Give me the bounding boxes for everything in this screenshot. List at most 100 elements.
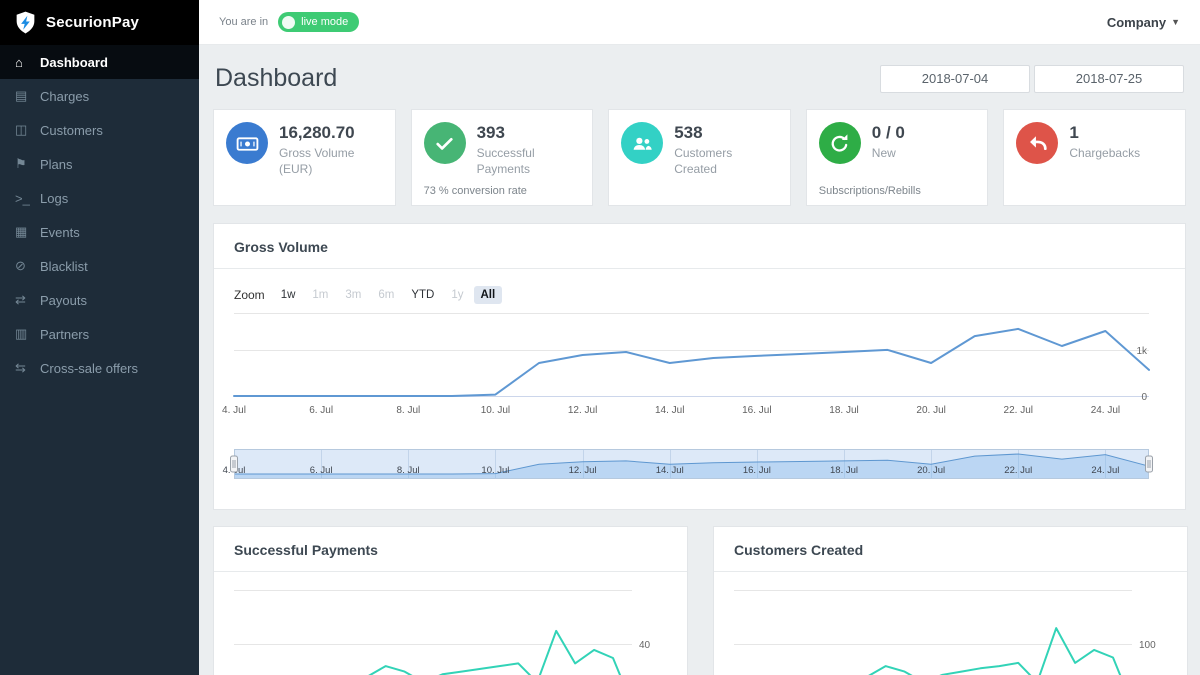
svg-text:20. Jul: 20. Jul — [917, 465, 945, 476]
customers-created-card-title: Customers Created — [734, 542, 1167, 558]
sidebar-item-label: Partners — [40, 327, 89, 342]
sidebar-item-payouts[interactable]: ⇄Payouts — [0, 283, 199, 317]
bottom-charts-row: Successful Payments 40 Customers Created… — [213, 526, 1186, 675]
banknote-icon — [226, 122, 268, 164]
sidebar-item-label: Payouts — [40, 293, 87, 308]
live-mode-toggle-dot — [282, 16, 295, 29]
stat-subtext: 73 % conversion rate — [424, 185, 581, 197]
svg-text:16. Jul: 16. Jul — [742, 405, 771, 416]
refresh-icon — [819, 122, 861, 164]
sidebar-item-charges[interactable]: ▤Charges — [0, 79, 199, 113]
stat-label: Chargebacks — [1069, 146, 1140, 162]
gross-volume-chart: 1k04. Jul6. Jul8. Jul10. Jul12. Jul14. J… — [234, 313, 1169, 425]
svg-text:16. Jul: 16. Jul — [743, 465, 771, 476]
customers-created-chart: 100 — [734, 582, 1167, 675]
sidebar-item-dashboard[interactable]: ⌂Dashboard — [0, 45, 199, 79]
svg-text:6. Jul: 6. Jul — [310, 465, 333, 476]
company-menu-label: Company — [1107, 15, 1166, 30]
sidebar-item-label: Customers — [40, 123, 103, 138]
stat-card-chargebacks: 1 Chargebacks — [1003, 109, 1186, 206]
bookmark-icon: ⚑ — [15, 156, 40, 172]
svg-text:24. Jul: 24. Jul — [1091, 405, 1120, 416]
zoom-button-1w[interactable]: 1w — [274, 286, 303, 304]
zoom-button-ytd[interactable]: YTD — [404, 286, 441, 304]
sidebar-item-label: Cross-sale offers — [40, 361, 138, 376]
stat-subtext: Subscriptions/Rebills — [819, 185, 976, 197]
stat-label: Customers Created — [674, 146, 778, 177]
partners-icon: ▥ — [15, 326, 40, 342]
sidebar-item-label: Blacklist — [40, 259, 88, 274]
svg-text:18. Jul: 18. Jul — [829, 405, 858, 416]
sidebar-item-plans[interactable]: ⚑Plans — [0, 147, 199, 181]
svg-text:8. Jul: 8. Jul — [396, 405, 420, 416]
page-title: Dashboard — [215, 64, 337, 93]
company-menu[interactable]: Company ▼ — [1107, 15, 1180, 30]
zoom-button-6m: 6m — [371, 286, 401, 304]
sidebar-item-partners[interactable]: ▥Partners — [0, 317, 199, 351]
sidebar-item-blacklist[interactable]: ⊘Blacklist — [0, 249, 199, 283]
you-are-in-label: You are in — [219, 16, 268, 28]
securionpay-dashboard-app: SecurionPay ⌂Dashboard▤Charges◫Customers… — [0, 0, 1200, 675]
brand-name: SecurionPay — [46, 14, 139, 31]
svg-text:10. Jul: 10. Jul — [481, 405, 510, 416]
calendar-icon: ▦ — [15, 224, 40, 240]
undo-icon — [1016, 122, 1058, 164]
svg-text:100: 100 — [1139, 640, 1156, 651]
sidebar-item-customers[interactable]: ◫Customers — [0, 113, 199, 147]
live-mode-badge[interactable]: live mode — [278, 12, 359, 32]
sidebar-menu: ⌂Dashboard▤Charges◫Customers⚑Plans>_Logs… — [0, 45, 199, 385]
zoom-button-3m: 3m — [338, 286, 368, 304]
sidebar-item-cross-sale-offers[interactable]: ⇆Cross-sale offers — [0, 351, 199, 385]
sidebar-item-label: Charges — [40, 89, 89, 104]
zoom-button-1m: 1m — [305, 286, 335, 304]
live-mode-label: live mode — [301, 16, 348, 28]
stats-row: 16,280.70Gross Volume (EUR)393Successful… — [213, 109, 1186, 206]
users-icon: ◫ — [15, 122, 40, 138]
gross-volume-navigator[interactable]: 4. Jul6. Jul8. Jul10. Jul12. Jul14. Jul1… — [234, 449, 1169, 479]
gross-volume-card-title: Gross Volume — [234, 239, 1165, 255]
zoom-button-all[interactable]: All — [474, 286, 503, 304]
svg-text:14. Jul: 14. Jul — [655, 405, 684, 416]
svg-text:1k: 1k — [1136, 346, 1148, 357]
svg-text:6. Jul: 6. Jul — [309, 405, 333, 416]
svg-text:18. Jul: 18. Jul — [830, 465, 858, 476]
svg-text:22. Jul: 22. Jul — [1004, 405, 1033, 416]
stat-value: 538 — [674, 123, 778, 143]
stat-card-gross-volume-eur: 16,280.70Gross Volume (EUR) — [213, 109, 396, 206]
successful-payments-card-header: Successful Payments — [214, 527, 687, 572]
check-icon — [424, 122, 466, 164]
zoom-button-1y: 1y — [444, 286, 470, 304]
zoom-controls: Zoom 1w1m3m6mYTD1yAll — [234, 285, 1165, 304]
stat-label: Gross Volume (EUR) — [279, 146, 383, 177]
customers-created-card: Customers Created 100 — [713, 526, 1188, 675]
sidebar-item-logs[interactable]: >_Logs — [0, 181, 199, 215]
sidebar-item-events[interactable]: ▦Events — [0, 215, 199, 249]
topbar: You are in live mode Company ▼ — [199, 0, 1200, 45]
date-to-input[interactable] — [1034, 65, 1184, 93]
sidebar-item-label: Dashboard — [40, 55, 108, 70]
svg-text:24. Jul: 24. Jul — [1091, 465, 1119, 476]
svg-text:8. Jul: 8. Jul — [397, 465, 420, 476]
home-icon: ⌂ — [15, 55, 40, 70]
svg-text:12. Jul: 12. Jul — [568, 405, 597, 416]
successful-payments-card-body: 40 — [214, 572, 687, 675]
stat-card-successful-payments: 393Successful Payments73 % conversion ra… — [411, 109, 594, 206]
main-content: Dashboard 16,280.70Gross Volume (EUR)393… — [199, 45, 1200, 675]
stat-value: 1 — [1069, 123, 1140, 143]
svg-text:12. Jul: 12. Jul — [569, 465, 597, 476]
zoom-buttons: 1w1m3m6mYTD1yAll — [274, 285, 506, 304]
stat-label: Successful Payments — [477, 146, 581, 177]
stat-value: 0 / 0 — [872, 123, 905, 143]
shield-bolt-icon — [13, 10, 38, 35]
svg-text:40: 40 — [639, 640, 651, 651]
date-from-input[interactable] — [880, 65, 1030, 93]
successful-payments-card-title: Successful Payments — [234, 542, 667, 558]
svg-text:0: 0 — [1141, 392, 1147, 403]
brand-logo[interactable]: SecurionPay — [0, 0, 199, 45]
customers-created-card-body: 100 — [714, 572, 1187, 675]
gross-volume-card-header: Gross Volume — [214, 224, 1185, 269]
successful-payments-card: Successful Payments 40 — [213, 526, 688, 675]
sidebar-item-label: Plans — [40, 157, 73, 172]
sidebar-item-label: Events — [40, 225, 80, 240]
sidebar-item-label: Logs — [40, 191, 68, 206]
